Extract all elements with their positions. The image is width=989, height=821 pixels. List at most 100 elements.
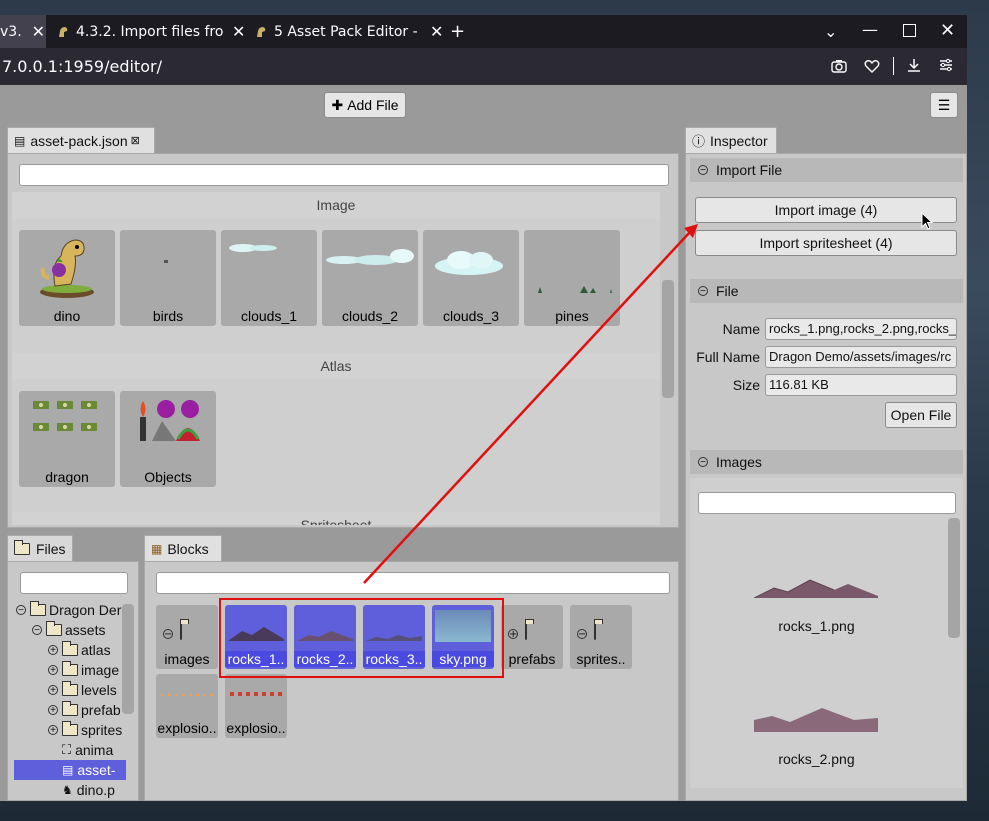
collapse-icon[interactable]: − <box>32 625 42 636</box>
expand-icon[interactable]: + <box>48 645 58 656</box>
folder-icon <box>62 721 78 736</box>
url-host: 7.0.0.1 <box>2 56 58 76</box>
screenshot-icon[interactable] <box>831 58 847 77</box>
expand-icon[interactable]: + <box>48 665 58 676</box>
heart-icon[interactable] <box>864 58 880 77</box>
block-folder-images[interactable]: − images <box>156 605 218 669</box>
tab-asset-pack[interactable]: ▤ asset-pack.json ⊠ <box>7 127 155 153</box>
tree-item-folder[interactable]: − assets <box>14 620 126 640</box>
expand-icon[interactable]: + <box>508 629 518 640</box>
tab-list-icon[interactable]: ⌄ <box>824 22 837 41</box>
browser-tab[interactable]: v3. ✕ <box>0 15 46 48</box>
asset-filter-input[interactable] <box>19 164 669 186</box>
dino-thumbnail <box>40 239 94 298</box>
file-section-header[interactable]: − File <box>690 279 963 303</box>
tree-item-file[interactable]: ♞ dino.p <box>14 780 126 800</box>
files-scrollbar[interactable] <box>122 604 134 714</box>
asset-card-birds[interactable]: birds <box>120 230 216 326</box>
images-section-header[interactable]: − Images <box>690 450 963 474</box>
tab-blocks[interactable]: ▦ Blocks <box>144 535 222 561</box>
images-filter-input[interactable] <box>698 492 956 514</box>
asset-card-clouds-2[interactable]: clouds_2 <box>322 230 418 326</box>
block-label: sprites.. <box>576 651 626 667</box>
size-field[interactable]: 116.81 KB <box>765 374 957 396</box>
tab-files[interactable]: Files <box>7 535 73 561</box>
tab-label: v3. <box>0 23 22 40</box>
collapse-icon[interactable]: − <box>577 629 587 640</box>
browser-tab[interactable]: 5 Asset Pack Editor - ✕ <box>254 15 444 48</box>
import-image-button[interactable]: Import image (4) <box>695 197 957 223</box>
tree-item-file[interactable]: ⛶ anima <box>14 740 126 760</box>
asset-card-pines[interactable]: pines <box>524 230 620 326</box>
info-icon: ⓘ <box>692 134 706 149</box>
tree-item-folder[interactable]: + atlas <box>14 640 126 660</box>
asset-scrollbar[interactable] <box>662 280 674 398</box>
block-folder-sprites[interactable]: − sprites.. <box>570 605 632 669</box>
asset-pack-editor: Image dino birds clouds_1 clouds_2 cloud… <box>7 153 679 528</box>
expand-icon[interactable]: + <box>48 705 58 716</box>
folder-icon <box>62 661 78 676</box>
block-spritesheet[interactable]: explosio.. <box>156 674 218 738</box>
annotation-selection-box <box>219 598 504 678</box>
full-name-field[interactable]: Dragon Demo/assets/images/rc <box>765 346 957 368</box>
add-file-button[interactable]: ✚ Add File <box>324 92 406 118</box>
tab-label: Blocks <box>167 540 209 557</box>
tree-item-folder[interactable]: − Dragon Der <box>14 600 126 620</box>
close-icon[interactable]: ⊠ <box>131 134 140 147</box>
close-icon[interactable]: ✕ <box>232 22 245 41</box>
new-tab-button[interactable]: + <box>450 15 470 48</box>
asset-card-objects[interactable]: Objects <box>120 391 216 487</box>
close-icon[interactable]: ✕ <box>32 22 45 41</box>
asset-card-dragon[interactable]: dragon <box>19 391 115 487</box>
tree-item-folder[interactable]: + prefab <box>14 700 126 720</box>
tree-item-label: asset- <box>77 762 116 778</box>
tab-inspector[interactable]: ⓘ Inspector <box>685 127 777 153</box>
blocks-panel: − images rocks_1.. rocks_2.. rocks_3.. s… <box>144 561 679 801</box>
name-field[interactable]: rocks_1.png,rocks_2.png,rocks_ <box>765 318 957 340</box>
tree-item-folder[interactable]: + levels <box>14 680 126 700</box>
settings-sliders-icon[interactable] <box>938 57 954 77</box>
minimize-icon[interactable]: — <box>862 20 878 39</box>
expand-icon[interactable]: + <box>48 725 58 736</box>
import-spritesheet-button[interactable]: Import spritesheet (4) <box>695 230 957 256</box>
blocks-filter-input[interactable] <box>156 572 670 594</box>
url-field[interactable]: 7.0.0.1:1959/editor/ <box>0 50 820 82</box>
collapse-icon[interactable]: − <box>698 457 708 468</box>
download-icon[interactable] <box>906 57 922 77</box>
open-file-button[interactable]: Open File <box>885 402 957 428</box>
section-title: File <box>716 283 739 299</box>
dragon-thumbnail <box>33 401 97 431</box>
asset-card-label: Objects <box>144 469 192 485</box>
close-icon[interactable]: ✕ <box>430 22 443 41</box>
image-preview-label: rocks_1.png <box>778 618 855 634</box>
collapse-icon[interactable]: − <box>163 629 173 640</box>
asset-card-label: clouds_1 <box>240 308 298 324</box>
section-title: Import File <box>716 162 783 178</box>
import-file-section-header[interactable]: − Import File <box>690 158 963 182</box>
files-filter-input[interactable] <box>20 572 128 594</box>
asset-card-clouds-1[interactable]: clouds_1 <box>221 230 317 326</box>
collapse-icon[interactable]: − <box>698 165 708 176</box>
tree-item-file-selected[interactable]: ▤ asset- <box>14 760 126 780</box>
asset-card-clouds-3[interactable]: clouds_3 <box>423 230 519 326</box>
collapse-icon[interactable]: − <box>16 605 26 616</box>
folder-icon <box>525 622 527 640</box>
block-folder-prefabs[interactable]: + prefabs <box>501 605 563 669</box>
asset-card-dino[interactable]: dino <box>19 230 115 326</box>
expand-icon[interactable]: + <box>48 685 58 696</box>
tree-item-folder[interactable]: + sprites <box>14 720 126 740</box>
plus-icon: ✚ <box>331 96 344 113</box>
section-title-atlas: Atlas <box>12 353 660 379</box>
menu-button[interactable]: ☰ <box>930 92 958 118</box>
tree-item-folder[interactable]: + image <box>14 660 126 680</box>
explosion-strip-thumbnail <box>161 694 213 696</box>
editor-app: ✚ Add File ☰ ▤ asset-pack.json ⊠ Image d… <box>0 85 967 801</box>
maximize-icon[interactable] <box>903 24 916 37</box>
close-window-icon[interactable]: ✕ <box>940 20 955 41</box>
images-scrollbar[interactable] <box>948 518 960 638</box>
block-spritesheet[interactable]: explosio.. <box>225 674 287 738</box>
asset-card-label: birds <box>152 308 184 324</box>
collapse-icon[interactable]: − <box>698 286 708 297</box>
browser-tab[interactable]: 4.3.2. Import files fro ✕ <box>56 15 246 48</box>
section-title-spritesheet: Spritesheet <box>12 512 660 525</box>
